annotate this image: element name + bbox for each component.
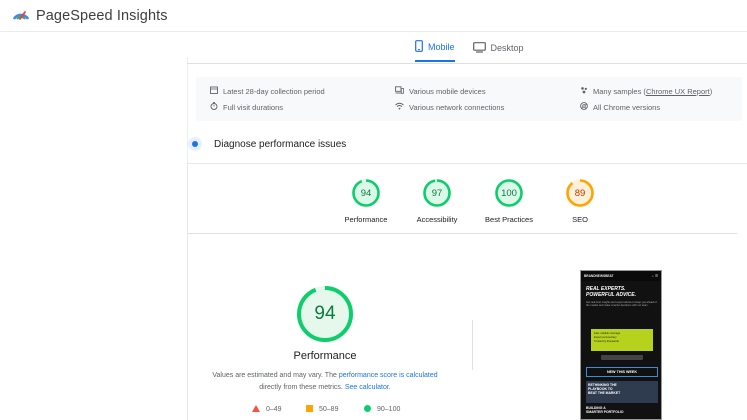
performance-big-label: Performance [293, 350, 357, 362]
score-note: Values are estimated and may vary. The p… [200, 370, 450, 393]
info-devices: Various mobile devices [395, 86, 486, 96]
screenshot-headline-2: POWERFUL ADVICE. [586, 291, 637, 298]
info-network-text: Various network connections [409, 102, 505, 112]
tab-mobile-label: Mobile [428, 42, 455, 52]
info-samples: Many samples (Chrome UX Report) [580, 86, 712, 96]
info-visit-durations-text: Full visit durations [223, 102, 284, 112]
screenshot-footer-headline: BUILDING A SMARTER PORTFOLIO [586, 406, 623, 414]
field-data-info-box: Latest 28-day collection period Full vis… [196, 77, 742, 121]
legend-fail: 0–49 [252, 405, 282, 414]
legend-average-range: 50–89 [319, 406, 339, 413]
info-samples-text: Many samples (Chrome UX Report) [593, 86, 713, 96]
info-chrome-versions: All Chrome versions [580, 102, 660, 112]
tabs-divider [187, 63, 747, 64]
legend-pass: 90–100 [364, 405, 400, 414]
desktop-monitor-icon [472, 41, 486, 55]
legend-pass-range: 90–100 [377, 406, 401, 413]
screenshot-body: Get real-time insights and expert advice… [586, 301, 657, 308]
app-title: PageSpeed Insights [36, 7, 168, 24]
devices-icon [395, 86, 404, 96]
info-collection-period: Latest 28-day collection period [210, 86, 325, 96]
gauge-seo-score: 89 [574, 187, 586, 199]
gauge-best-practices[interactable]: 100 Best Practices [474, 178, 544, 224]
legend-fail-range: 0–49 [266, 406, 282, 413]
report-divider [472, 320, 473, 370]
gauge-seo[interactable]: 89 SEO [545, 178, 615, 224]
gauge-accessibility-label: Accessibility [416, 215, 458, 224]
screenshot-thumb-line-3: BEAT THE MARKET [588, 391, 621, 396]
legend-average: 50–89 [306, 405, 338, 414]
diagnose-heading: Diagnose performance issues [188, 137, 346, 151]
gauge-seo-label: SEO [572, 215, 588, 224]
screenshot-foot-line-2: SMARTER PORTFOLIO [586, 410, 624, 415]
gauge-best-practices-score: 100 [501, 187, 517, 199]
chrome-icon [580, 102, 588, 112]
screenshot-header: BRANDNEWSBEAT ⌕ ☰ [581, 271, 661, 281]
red-triangle-icon [252, 405, 260, 414]
performance-score-link[interactable]: performance score is calculated [339, 372, 438, 379]
tab-desktop[interactable]: Desktop [472, 40, 524, 62]
screenshot-hero: REAL EXPERTS. POWERFUL ADVICE. Get real-… [586, 286, 658, 308]
gauge-performance-score: 94 [360, 187, 372, 199]
mobile-phone-icon [415, 40, 423, 54]
orange-square-icon [306, 405, 313, 414]
screenshot-button [601, 355, 643, 360]
page-screenshot: BRANDNEWSBEAT ⌕ ☰ REAL EXPERTS. POWERFUL… [580, 270, 662, 420]
info-visit-durations: Full visit durations [210, 102, 283, 112]
screenshot-feature-box: Fast, reliable coverage Expert commentar… [591, 329, 653, 351]
info-network: Various network connections [395, 102, 504, 112]
pagespeed-logo-icon [12, 5, 30, 26]
info-chrome-versions-text: All Chrome versions [593, 102, 661, 112]
screenshot-section-bar: NEW THIS WEEK [586, 367, 658, 377]
score-note-text-2: directly from these metrics. [259, 383, 345, 391]
info-collection-period-text: Latest 28-day collection period [223, 86, 325, 96]
screenshot-menu-icon: ⌕ ☰ [651, 274, 658, 278]
gauges-divider [187, 233, 737, 234]
lab-data-dot-icon [188, 137, 202, 151]
chrome-ux-report-link[interactable]: Chrome UX Report [646, 87, 710, 96]
performance-big-gauge[interactable]: 94 [295, 284, 355, 344]
performance-big-score: 94 [314, 303, 336, 324]
gauge-accessibility[interactable]: 97 Accessibility [402, 178, 472, 224]
gauge-performance[interactable]: 94 Performance [331, 178, 401, 224]
tab-mobile[interactable]: Mobile [415, 40, 455, 62]
device-tabs: Mobile Desktop [415, 40, 524, 62]
score-note-text-1: Values are estimated and may vary. The [212, 372, 339, 379]
app-logo[interactable]: PageSpeed Insights [12, 5, 168, 26]
green-circle-icon [364, 405, 371, 414]
gauge-performance-label: Performance [344, 215, 388, 224]
stopwatch-icon [210, 102, 218, 112]
top-bar: PageSpeed Insights [0, 0, 747, 32]
tab-desktop-label: Desktop [490, 43, 524, 53]
people-icon [580, 86, 588, 96]
screenshot-brand: BRANDNEWSBEAT [584, 274, 614, 278]
wifi-icon [395, 102, 404, 112]
calendar-icon [210, 86, 218, 96]
screenshot-feature-3: Trusted by thousands [594, 340, 619, 343]
gauge-best-practices-label: Best Practices [485, 215, 533, 224]
screenshot-article-thumb: RETHINKING THE PLAYBOOK TO BEAT THE MARK… [586, 381, 658, 403]
info-devices-text: Various mobile devices [409, 86, 486, 96]
see-calculator-link[interactable]: See calculator. [345, 384, 391, 391]
gauge-accessibility-score: 97 [431, 187, 443, 199]
diagnose-title: Diagnose performance issues [214, 138, 347, 150]
